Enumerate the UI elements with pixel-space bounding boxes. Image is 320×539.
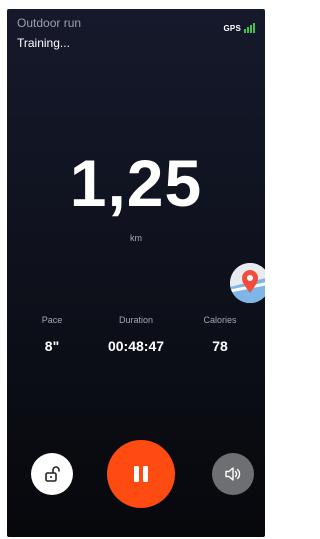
workout-status: Training... xyxy=(17,36,70,50)
pause-button[interactable] xyxy=(107,440,175,508)
workout-type: Outdoor run xyxy=(17,16,82,30)
stat-label: Pace xyxy=(41,315,63,325)
map-button[interactable] xyxy=(230,263,265,303)
pause-icon xyxy=(134,466,148,482)
gps-indicator: GPS xyxy=(223,23,255,33)
stat-label: Calories xyxy=(203,315,237,325)
stat-calories: Calories 78 xyxy=(177,315,263,354)
run-screen: Outdoor run Training... GPS 1,25 km Pace… xyxy=(7,9,265,537)
speaker-icon xyxy=(225,467,241,481)
stat-label: Duration xyxy=(118,315,154,325)
stat-value: 78 xyxy=(212,338,228,354)
stat-value: 00:48:47 xyxy=(107,338,165,354)
stat-value: 8" xyxy=(44,338,60,354)
unlock-icon xyxy=(45,466,60,482)
lock-button[interactable] xyxy=(31,453,73,495)
map-pin-icon xyxy=(230,263,265,303)
distance-value: 1,25 xyxy=(69,146,203,220)
sound-button[interactable] xyxy=(212,453,254,495)
gps-signal-icon xyxy=(244,23,255,33)
stat-duration: Duration 00:48:47 xyxy=(93,315,179,354)
gps-label: GPS xyxy=(223,24,241,33)
stat-pace: Pace 8" xyxy=(9,315,95,354)
distance-unit: km xyxy=(130,233,142,243)
